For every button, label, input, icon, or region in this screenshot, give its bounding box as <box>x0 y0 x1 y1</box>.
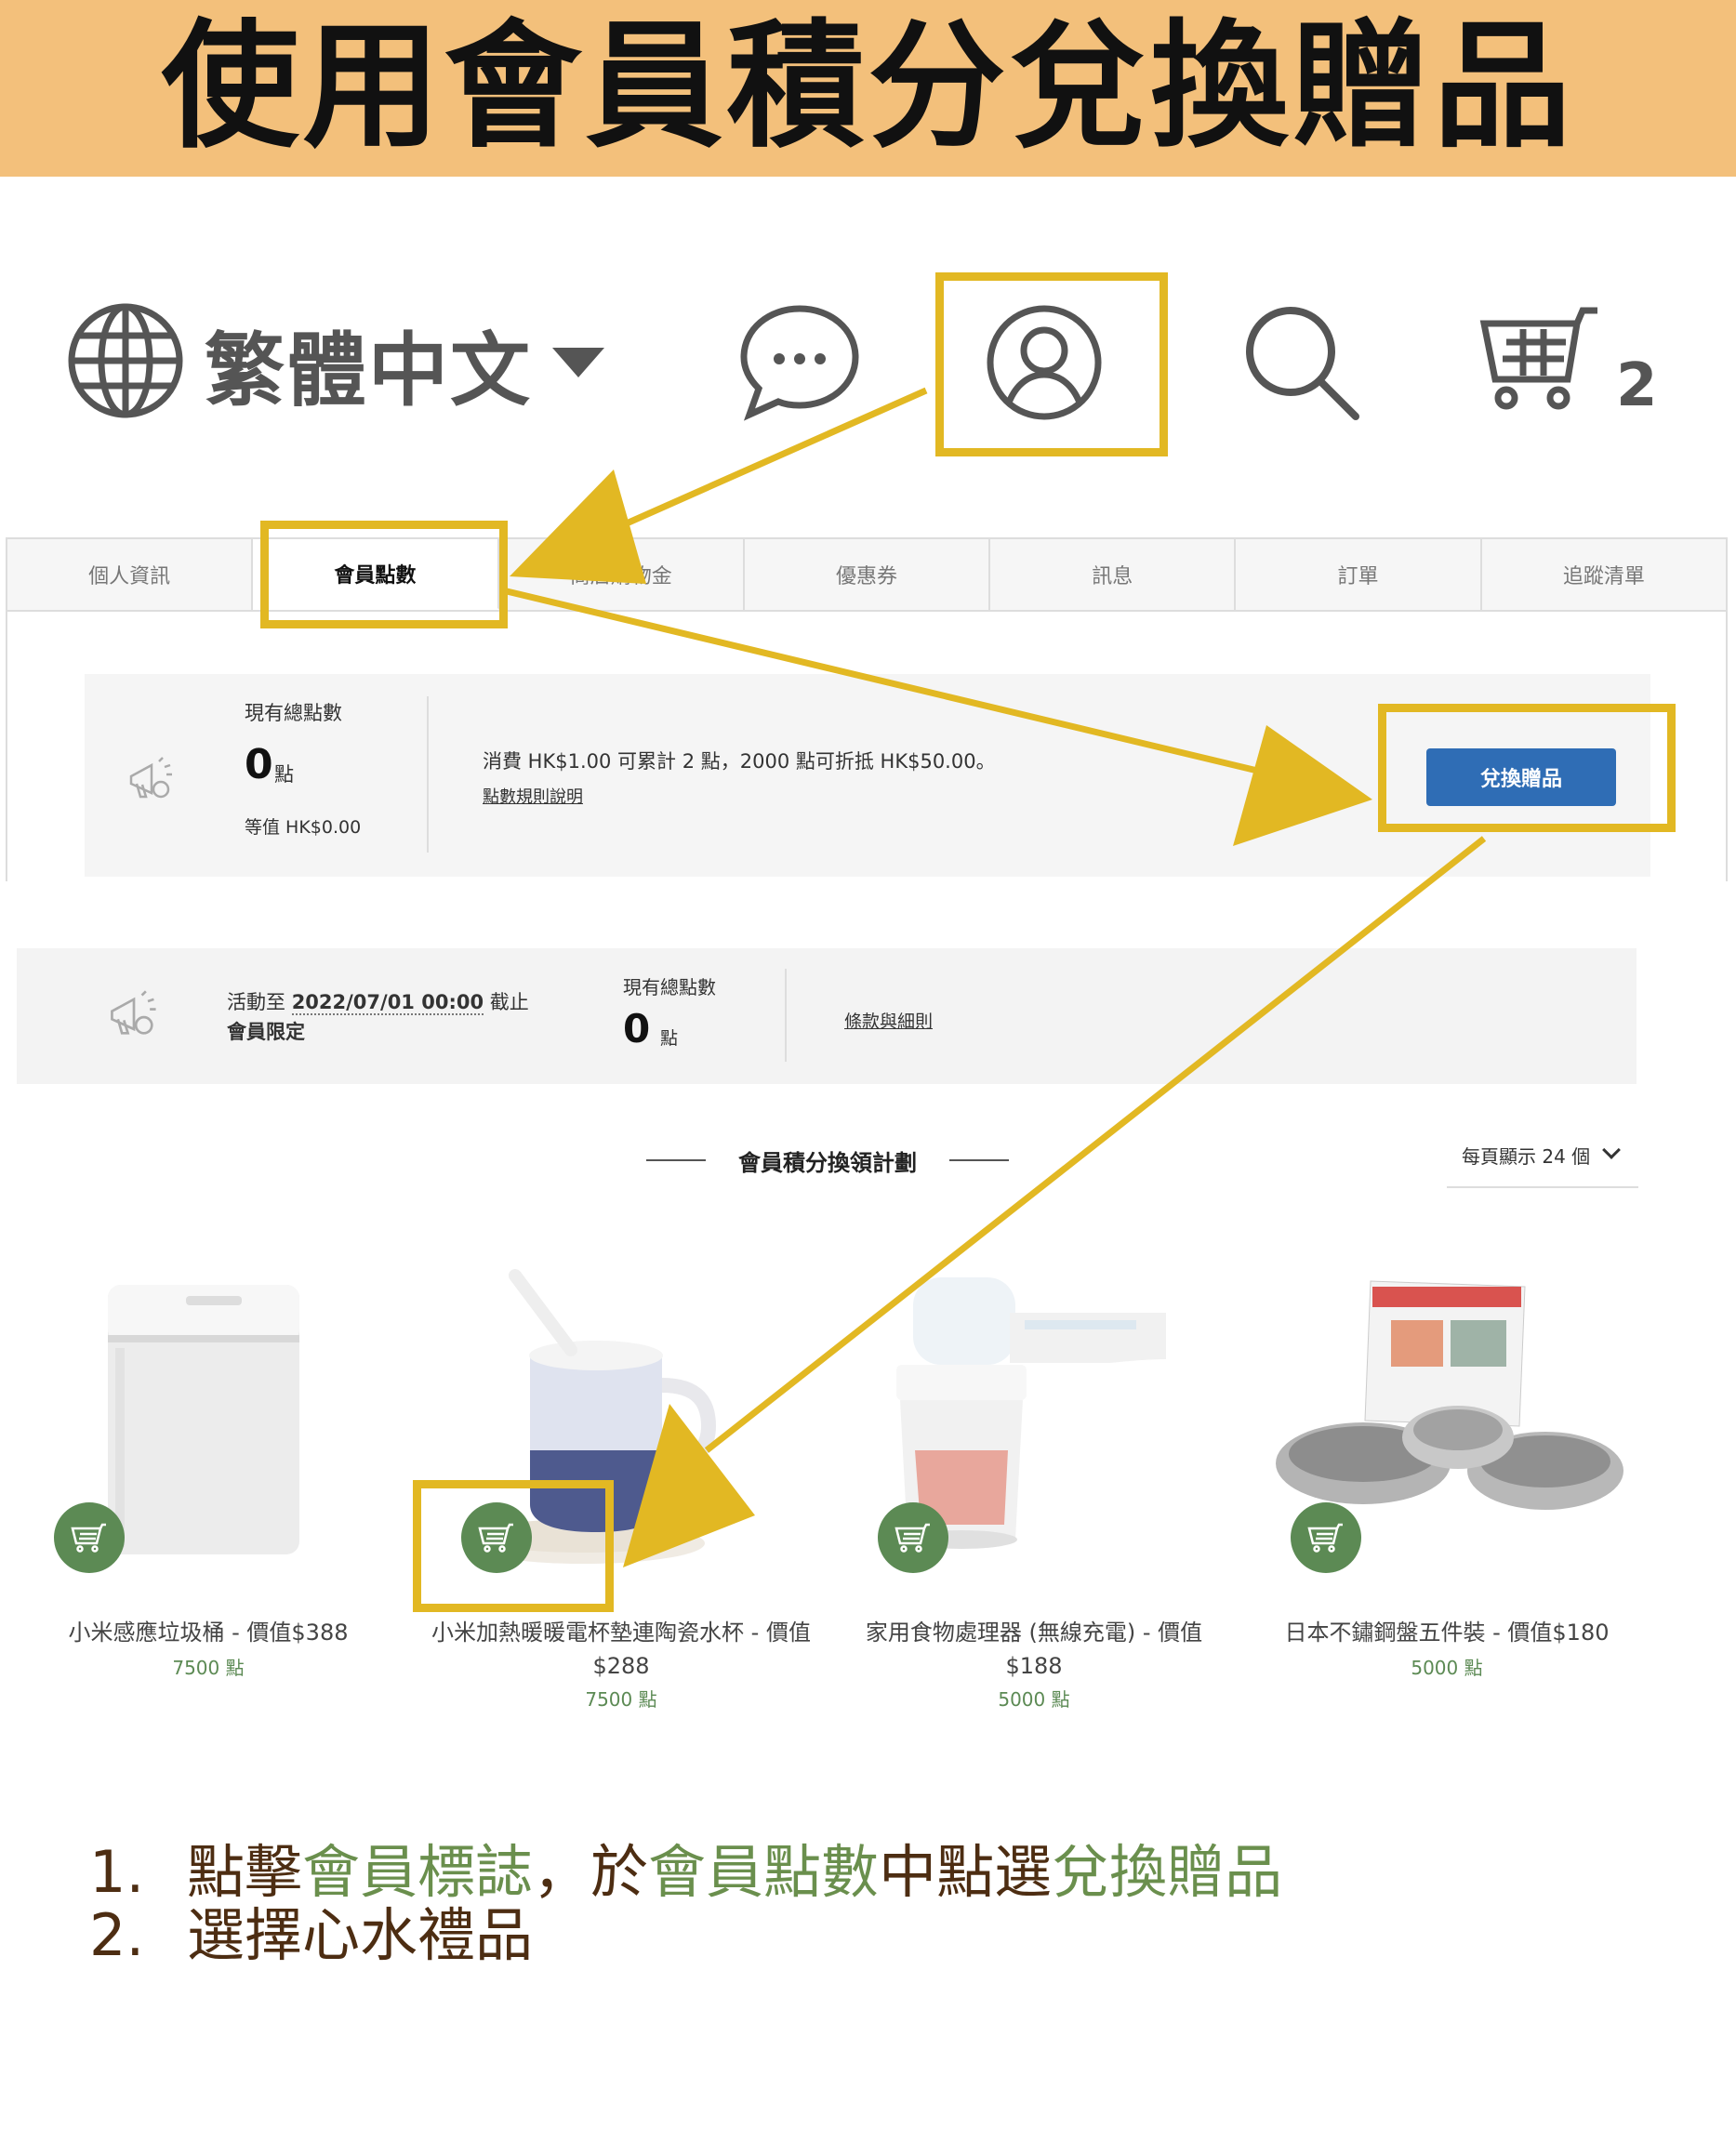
step-1-text-e: 中點選 <box>879 1838 1053 1906</box>
product-card[interactable]: 日本不鏽鋼盤五件裝 - 價值$180 5000 點 <box>1252 1264 1642 1729</box>
tab-wishlist[interactable]: 追蹤清單 <box>1482 539 1726 610</box>
product-card[interactable]: 家用食物處理器 (無線充電) - 價值$188 5000 點 <box>839 1264 1229 1729</box>
step-1-redeem: 兌換贈品 <box>1052 1838 1283 1906</box>
megaphone-icon <box>106 987 162 1047</box>
cart-icon <box>1478 305 1599 420</box>
points-unit: 點 <box>274 763 294 786</box>
cart-count-badge: 2 <box>1616 351 1658 420</box>
step-1-number: 1. <box>89 1838 145 1906</box>
search-icon[interactable] <box>1237 288 1367 437</box>
promo-total-points-label: 現有總點數 <box>623 976 716 998</box>
step-1-member-points: 會員點數 <box>648 1838 880 1906</box>
tab-coupons[interactable]: 優惠券 <box>745 539 991 610</box>
promotion-end-date: 2022/07/01 00:00 <box>291 991 484 1015</box>
promotion-until-prefix: 活動至 <box>227 991 285 1013</box>
product-name[interactable]: 小米感應垃圾桶 - 價值$388 <box>13 1616 404 1649</box>
per-page-select[interactable]: 每頁顯示 24 個 <box>1447 1141 1638 1188</box>
terms-link[interactable]: 條款與細則 <box>844 1008 933 1033</box>
language-label: 繁體中文 <box>205 324 532 417</box>
tab-orders[interactable]: 訂單 <box>1236 539 1482 610</box>
product-points: 5000 點 <box>998 1688 1070 1711</box>
step-2-number: 2. <box>89 1901 145 1969</box>
promo-points-unit: 點 <box>660 1028 679 1049</box>
product-points: 7500 點 <box>172 1657 245 1679</box>
section-line-left <box>646 1159 706 1161</box>
banner-title: 使用會員積分兌換贈品 <box>161 7 1575 166</box>
product-name[interactable]: 家用食物處理器 (無線充電) - 價值$188 <box>839 1616 1229 1683</box>
promotion-until-suffix: 截止 <box>489 991 529 1013</box>
tab-messages[interactable]: 訊息 <box>990 539 1237 610</box>
megaphone-icon <box>126 754 178 810</box>
promotion-panel: 活動至 2022/07/01 00:00 截止 會員限定 現有總點數 0 點 條… <box>17 948 1637 1084</box>
tab-store-credit[interactable]: 商店購物金 <box>499 539 745 610</box>
product-points: 5000 點 <box>1411 1657 1483 1679</box>
product-name[interactable]: 日本不鏽鋼盤五件裝 - 價值$180 <box>1252 1616 1642 1649</box>
add-to-cart-button[interactable] <box>54 1502 125 1573</box>
per-page-label: 每頁顯示 24 個 <box>1462 1145 1591 1168</box>
section-header: 會員積分換領計劃 <box>646 1142 1009 1179</box>
step-1-text-c: ，於 <box>533 1838 649 1906</box>
instruction-steps: 1. 點擊會員標誌，於會員點數中點選兌換贈品 2. 選擇心水禮品 <box>89 1841 1282 1967</box>
step-1-text-a: 點擊 <box>187 1838 303 1906</box>
chat-icon[interactable] <box>735 288 865 437</box>
total-points-value: 0 <box>245 741 273 788</box>
members-only-label: 會員限定 <box>227 1021 305 1043</box>
promo-total-points-value: 0 <box>623 1006 651 1051</box>
step-2-text: 選擇心水禮品 <box>187 1901 534 1969</box>
language-selector[interactable]: 繁體中文 <box>65 288 604 437</box>
member-points-tab-highlight <box>260 521 508 628</box>
user-icon-highlight <box>935 272 1168 456</box>
promo-divider <box>785 969 787 1062</box>
step-1: 1. 點擊會員標誌，於會員點數中點選兌換贈品 <box>89 1841 1282 1904</box>
tab-profile[interactable]: 個人資訊 <box>7 539 254 610</box>
section-title: 會員積分換領計劃 <box>738 1149 917 1176</box>
globe-icon <box>65 300 186 425</box>
caret-down-icon <box>552 348 604 377</box>
step-1-member-icon: 會員標誌 <box>302 1838 534 1906</box>
points-equivalent: 等值 HK$0.00 <box>245 817 362 838</box>
cart-badge-highlight <box>413 1480 614 1612</box>
panel-divider <box>427 696 429 853</box>
total-points-label: 現有總點數 <box>245 702 342 724</box>
step-2: 2. 選擇心水禮品 <box>89 1904 1282 1967</box>
points-rule-text: 消費 HK$1.00 可累計 2 點，2000 點可折抵 HK$50.00。 <box>483 750 996 773</box>
points-rule-link[interactable]: 點數規則說明 <box>483 784 583 808</box>
title-banner: 使用會員積分兌換贈品 <box>0 0 1736 177</box>
section-line-right <box>949 1159 1009 1161</box>
promotion-period: 活動至 2022/07/01 00:00 截止 <box>227 987 529 1015</box>
chevron-down-icon <box>1602 1141 1622 1159</box>
add-to-cart-button[interactable] <box>1291 1502 1361 1573</box>
redeem-button-highlight <box>1378 704 1676 832</box>
top-navigation: 繁體中文 2 <box>56 288 1692 437</box>
product-points: 7500 點 <box>585 1688 657 1711</box>
add-to-cart-button[interactable] <box>878 1502 948 1573</box>
cart-button[interactable]: 2 <box>1478 288 1658 437</box>
product-name[interactable]: 小米加熱暖暖電杯墊連陶瓷水杯 - 價值$288 <box>426 1616 816 1683</box>
product-card[interactable]: 小米感應垃圾桶 - 價值$388 7500 點 <box>13 1264 404 1729</box>
